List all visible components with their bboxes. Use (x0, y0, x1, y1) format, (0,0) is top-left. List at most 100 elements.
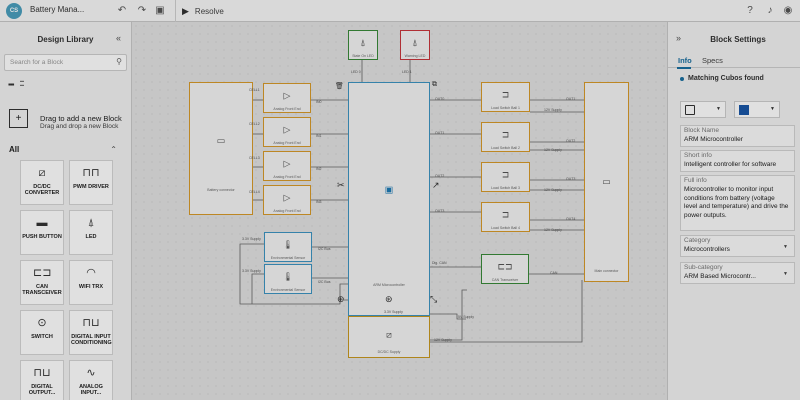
library-item-label: WIFI TRX (78, 284, 104, 290)
drag-subtitle: Drag and drop a new Block (40, 123, 119, 130)
out-pin-2: OUT2 (435, 174, 445, 178)
block-label: Warning LED (404, 54, 426, 58)
help-icon[interactable]: ? (742, 3, 758, 19)
afe-block-4[interactable]: ▷ Analog Front End (263, 185, 311, 215)
tab-specs[interactable]: Specs (702, 56, 723, 65)
library-item-label: SWITCH (31, 334, 53, 340)
block-label: State On LED (352, 54, 374, 58)
afe-block-1[interactable]: ▷ Analog Front End (263, 83, 311, 113)
move-icon[interactable]: ⊛ (385, 294, 393, 305)
library-item-digital-input[interactable]: ⊓⊔ DIGITAL INPUT CONDITIONING (69, 310, 113, 355)
search-input[interactable]: Search for a Block ⚲ (4, 54, 127, 71)
can-transceiver-block[interactable]: ⊏⊐ CAN Transceiver (481, 254, 529, 284)
tab-info[interactable]: Info (678, 56, 692, 65)
block-label: Analog Front End (273, 209, 301, 213)
collapse-left-icon[interactable]: « (116, 33, 121, 43)
supply-12v-pin: 12V Supply (434, 338, 452, 342)
panel-title: Block Settings (710, 35, 766, 44)
section-all-label[interactable]: All (9, 145, 19, 154)
env-sensor-1[interactable]: 🌡 Environmental Sensor (264, 232, 312, 262)
led-icon: ⍋ (87, 217, 95, 229)
thermometer-icon: 🌡 (282, 271, 294, 282)
i2c-pin: I2C Bus (318, 247, 331, 251)
resize-icon[interactable]: ⤡ (430, 294, 437, 305)
active-tab-indicator (677, 67, 691, 69)
search-icon: ⚲ (116, 57, 122, 66)
cell-pin-2: CELL2 (249, 122, 260, 126)
supply-12v-pin: 12V Supply (544, 188, 562, 192)
design-canvas[interactable]: ▭ Battery connector ▷ Analog Front End ▷… (132, 22, 667, 400)
notification-bell-icon[interactable]: ♪ (762, 3, 778, 19)
mcu-block[interactable]: ▣ ARM Microcontroller (348, 82, 430, 316)
library-item-led[interactable]: ⍋ LED (69, 210, 113, 255)
load-switch-2[interactable]: ⊐ Load Switch Ball 2 (481, 122, 530, 152)
full-info-value: Microcontroller to monitor input conditi… (684, 186, 789, 219)
save-icon[interactable]: ▣ (152, 3, 168, 19)
load-switch-4[interactable]: ⊐ Load Switch Ball 4 (481, 202, 530, 232)
user-icon[interactable]: ◉ (780, 3, 796, 19)
chevron-down-icon: ▼ (783, 271, 788, 277)
library-item-label: DIGITAL OUTPUT... (28, 384, 56, 396)
block-label: Battery connector (207, 188, 235, 192)
digital-output-icon: ⊓⊔ (33, 367, 51, 379)
duplicate-icon[interactable]: ⧉ (432, 81, 437, 89)
library-item-wifi[interactable]: ◠ WIFI TRX (69, 260, 113, 305)
library-item-push-button[interactable]: ▬ PUSH BUTTON (20, 210, 64, 255)
main-connector-block[interactable]: ▭ Main connector (584, 82, 629, 282)
dcdc-supply-block[interactable]: ⧄ DC/DC Supply (348, 316, 430, 358)
load-switch-3[interactable]: ⊐ Load Switch Ball 3 (481, 162, 530, 192)
library-item-analog-input[interactable]: ∿ ANALOG INPUT... (69, 360, 113, 400)
dc-dc-icon: ⧄ (386, 329, 392, 340)
color-select[interactable]: ▼ (734, 101, 780, 118)
library-item-digital-output[interactable]: ⊓⊔ DIGITAL OUTPUT... (20, 360, 64, 400)
library-item-pwm[interactable]: ⊓⊓ PWM DRIVER (69, 160, 113, 205)
undo-icon[interactable]: ↶ (114, 3, 130, 19)
warning-led-block[interactable]: ⍋ Warning LED (400, 30, 430, 60)
match-text[interactable]: Matching Cubos found (688, 75, 764, 82)
supply-33v-pin: 3.3V Supply (384, 310, 403, 314)
chevron-up-icon[interactable]: ⌃ (110, 145, 117, 154)
env-sensor-2[interactable]: 🌡 Environmental Sensor (264, 264, 312, 294)
add-block-icon[interactable]: + (9, 109, 28, 128)
state-led-block[interactable]: ⍋ State On LED (348, 30, 378, 60)
led-icon: ⍋ (412, 37, 418, 48)
grid-view-icon[interactable]: ▪▪▪ (8, 80, 14, 89)
switch-icon: ⊐ (501, 209, 510, 220)
chip-icon: ▣ (384, 184, 394, 195)
supply-5v-pin: 5V Supply (458, 315, 474, 319)
block-label: Analog Front End (273, 107, 301, 111)
connector-icon: ▭ (216, 135, 226, 146)
battery-connector-block[interactable]: ▭ Battery connector (189, 82, 253, 215)
resolve-button[interactable]: ▶ Resolve (182, 3, 224, 19)
library-item-label: LED (85, 234, 97, 240)
play-icon: ▶ (182, 6, 189, 16)
add-port-icon[interactable]: ⊕ (337, 294, 345, 305)
connect-icon[interactable]: ↗ (432, 180, 440, 191)
block-label: ARM Microcontroller (373, 283, 405, 287)
library-item-label: PUSH BUTTON (22, 234, 62, 240)
afe-block-2[interactable]: ▷ Analog Front End (263, 117, 311, 147)
redo-icon[interactable]: ↷ (134, 3, 150, 19)
library-item-can[interactable]: ⊏⊐ CAN TRANSCEIVER (20, 260, 64, 305)
app-logo[interactable]: CS (6, 3, 22, 19)
drag-title: Drag to add a new Block (40, 114, 122, 123)
block-name-label: Block Name (684, 127, 720, 134)
library-item-dc-dc[interactable]: ⧄ DC/DC CONVERTER (20, 160, 64, 205)
load-out-pin-1: OUT1 (566, 97, 576, 101)
afe-block-3[interactable]: ▷ Analog Front End (263, 151, 311, 181)
list-view-icon[interactable]: ▬ ▬ (20, 79, 24, 87)
chevron-down-icon: ▼ (783, 244, 788, 250)
block-label: Analog Front End (273, 175, 301, 179)
delete-icon[interactable]: 🗑 (335, 82, 344, 90)
library-item-switch[interactable]: ⊙ SWITCH (20, 310, 64, 355)
load-switch-1[interactable]: ⊐ Load Switch Ball 1 (481, 82, 530, 112)
search-placeholder: Search for a Block (10, 59, 64, 66)
i2c-pin: I2C Bus (318, 280, 331, 284)
project-title[interactable]: Battery Mana... (30, 5, 84, 14)
library-item-label: CAN TRANSCEIVER (22, 284, 62, 296)
digital-input-icon: ⊓⊔ (82, 317, 100, 329)
block-label: Load Switch Ball 2 (491, 146, 520, 150)
shape-select[interactable]: ▼ (680, 101, 726, 118)
ain-pin-2: IN2 (316, 167, 322, 171)
scissors-icon[interactable]: ✂ (337, 180, 345, 191)
